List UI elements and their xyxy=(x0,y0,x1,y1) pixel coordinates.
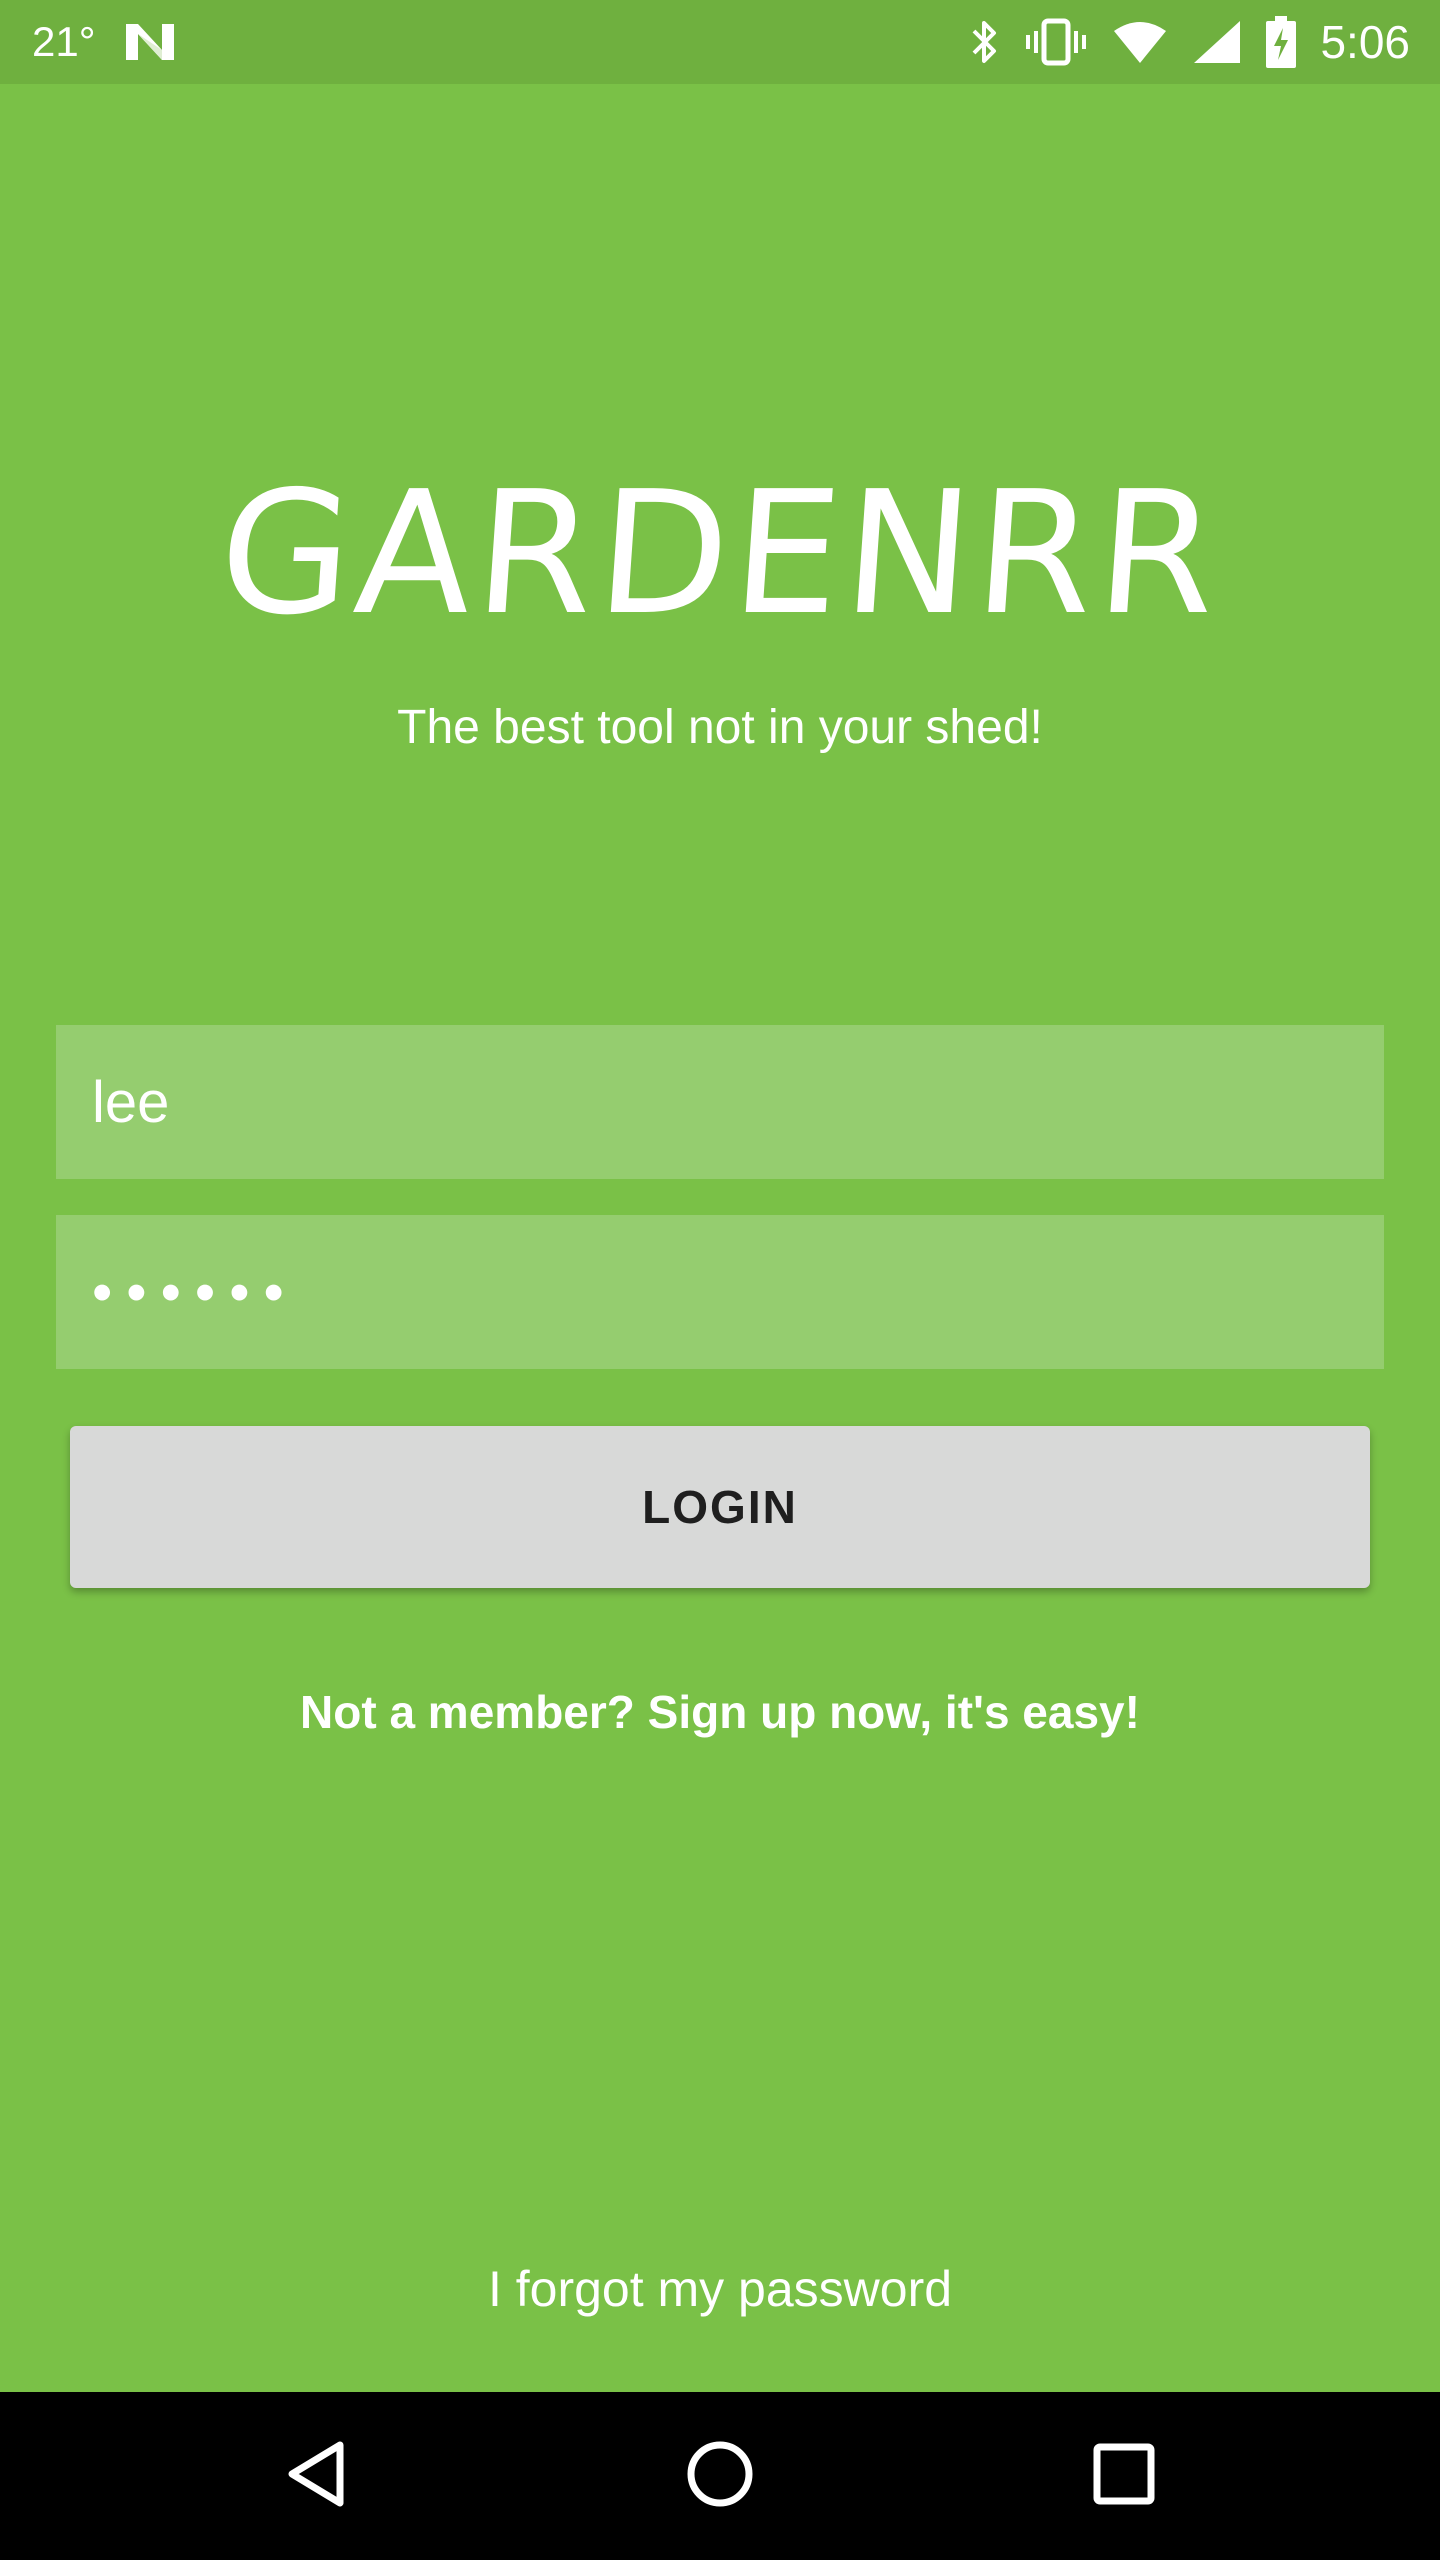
home-icon xyxy=(685,2439,755,2514)
app-logo: GARDENRR xyxy=(213,455,1227,653)
nav-home-button[interactable] xyxy=(640,2392,800,2560)
status-time: 5:06 xyxy=(1320,16,1410,68)
recents-icon xyxy=(1092,2442,1156,2511)
login-screen: 21° 5:06 GARDENRR The best tool not in y… xyxy=(0,0,1440,2560)
battery-charging-icon xyxy=(1266,16,1297,68)
username-input[interactable] xyxy=(56,1025,1384,1179)
signal-icon xyxy=(1192,19,1242,65)
nav-back-button[interactable] xyxy=(236,2392,396,2560)
navigation-bar xyxy=(0,2392,1440,2560)
back-icon xyxy=(284,2439,348,2514)
bluetooth-icon xyxy=(970,17,1000,67)
notification-n-icon xyxy=(124,20,176,64)
nav-recents-button[interactable] xyxy=(1044,2392,1204,2560)
signup-link[interactable]: Not a member? Sign up now, it's easy! xyxy=(0,1685,1440,1739)
status-temperature: 21° xyxy=(32,18,96,65)
app-tagline: The best tool not in your shed! xyxy=(397,701,1043,754)
status-right: 5:06 xyxy=(970,0,1410,84)
login-button[interactable]: LOGIN xyxy=(70,1426,1370,1588)
status-bar: 21° 5:06 xyxy=(0,0,1440,84)
wifi-icon xyxy=(1112,19,1168,65)
password-input[interactable] xyxy=(56,1215,1384,1369)
forgot-password-link[interactable]: I forgot my password xyxy=(0,2260,1440,2318)
vibrate-icon xyxy=(1024,17,1088,67)
status-left: 21° xyxy=(32,0,176,84)
